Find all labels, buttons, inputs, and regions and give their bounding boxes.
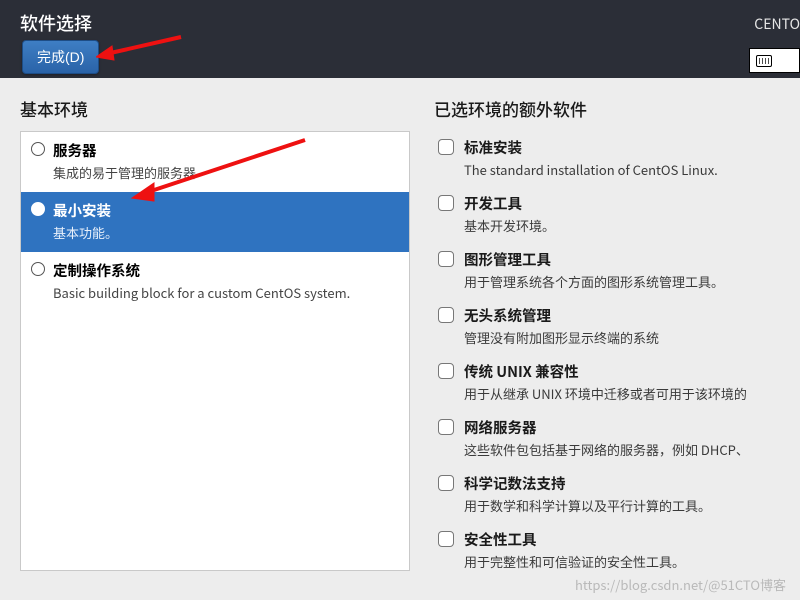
radio-icon [31, 262, 45, 276]
checkbox-icon[interactable] [438, 531, 454, 547]
addon-name: 标准安装 [464, 137, 718, 158]
addon-option[interactable]: 无头系统管理管理没有附加图形显示终端的系统 [434, 299, 800, 355]
page-title: 软件选择 [20, 10, 92, 36]
addon-name: 科学记数法支持 [464, 473, 711, 494]
addon-option[interactable]: 传统 UNIX 兼容性用于从继承 UNIX 环境中迁移或者可用于该环境的 [434, 355, 800, 411]
checkbox-icon[interactable] [438, 139, 454, 155]
checkbox-icon[interactable] [438, 307, 454, 323]
keyboard-icon [756, 55, 772, 67]
environment-desc: 集成的易于管理的服务器 [53, 163, 196, 182]
checkbox-icon[interactable] [438, 419, 454, 435]
addon-desc: 管理没有附加图形显示终端的系统 [464, 328, 659, 347]
radio-icon [31, 202, 45, 216]
input-method-indicator[interactable]: cn [749, 48, 800, 73]
addons-list: 标准安装 The standard installation of CentOS … [434, 131, 800, 571]
addon-option[interactable]: 图形管理工具用于管理系统各个方面的图形系统管理工具。 [434, 243, 800, 299]
addon-desc: The standard installation of CentOS Linu… [464, 160, 718, 179]
radio-icon [31, 142, 45, 156]
addon-option[interactable]: 安全性工具用于完整性和可信验证的安全性工具。 [434, 523, 800, 571]
input-method-code: cn [778, 51, 793, 70]
header-bar: 软件选择 完成(D) CENTO cn [0, 0, 800, 78]
addon-name: 无头系统管理 [464, 305, 659, 326]
watermark-text: https://blog.csdn.net/@51CTO博客 [575, 575, 786, 594]
addon-desc: 用于数学和科学计算以及平行计算的工具。 [464, 496, 711, 515]
addon-name: 图形管理工具 [464, 249, 724, 270]
addon-name: 传统 UNIX 兼容性 [464, 361, 747, 382]
addon-desc: 这些软件包包括基于网络的服务器，例如 DHCP、 [464, 440, 749, 459]
checkbox-icon[interactable] [438, 363, 454, 379]
environment-option[interactable]: 服务器集成的易于管理的服务器 [21, 132, 409, 192]
environment-name: 服务器 [53, 140, 196, 161]
checkbox-icon[interactable] [438, 475, 454, 491]
addon-option[interactable]: 网络服务器这些软件包包括基于网络的服务器，例如 DHCP、 [434, 411, 800, 467]
addon-desc: 基本开发环境。 [464, 216, 555, 235]
addon-option[interactable]: 科学记数法支持用于数学和科学计算以及平行计算的工具。 [434, 467, 800, 523]
environment-name: 最小安装 [53, 200, 118, 221]
addon-option[interactable]: 标准安装 The standard installation of CentOS … [434, 131, 800, 187]
addons-panel: 已选环境的额外软件 标准安装 The standard installation … [410, 96, 800, 600]
addon-desc: 用于完整性和可信验证的安全性工具。 [464, 552, 685, 571]
addon-name: 安全性工具 [464, 529, 685, 550]
environment-desc: 基本功能。 [53, 223, 118, 242]
addon-option[interactable]: 开发工具基本开发环境。 [434, 187, 800, 243]
addons-title: 已选环境的额外软件 [434, 96, 800, 121]
content-area: 基本环境 服务器集成的易于管理的服务器最小安装基本功能。定制操作系统 Basic … [0, 78, 800, 600]
environment-desc: Basic building block for a custom CentOS… [53, 283, 350, 302]
checkbox-icon[interactable] [438, 195, 454, 211]
environment-option[interactable]: 最小安装基本功能。 [21, 192, 409, 252]
distro-label: CENTO [754, 14, 800, 34]
environment-name: 定制操作系统 [53, 260, 350, 281]
addon-desc: 用于管理系统各个方面的图形系统管理工具。 [464, 272, 724, 291]
base-environment-panel: 基本环境 服务器集成的易于管理的服务器最小安装基本功能。定制操作系统 Basic … [20, 96, 410, 600]
base-environment-title: 基本环境 [20, 96, 410, 121]
base-environment-list: 服务器集成的易于管理的服务器最小安装基本功能。定制操作系统 Basic build… [20, 131, 410, 571]
addon-desc: 用于从继承 UNIX 环境中迁移或者可用于该环境的 [464, 384, 747, 403]
done-button[interactable]: 完成(D) [22, 40, 99, 74]
addon-name: 网络服务器 [464, 417, 749, 438]
addon-name: 开发工具 [464, 193, 555, 214]
environment-option[interactable]: 定制操作系统 Basic building block for a custom … [21, 252, 409, 312]
checkbox-icon[interactable] [438, 251, 454, 267]
